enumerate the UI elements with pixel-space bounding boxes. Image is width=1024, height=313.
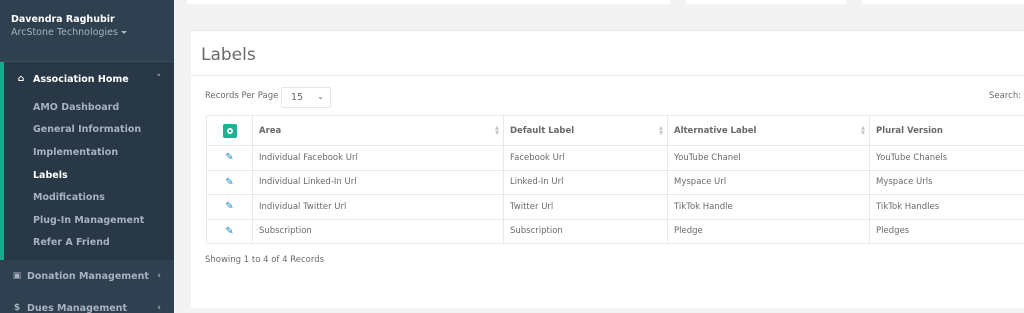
edit-icon[interactable]: ✎ [225,201,233,212]
column-header-default-label[interactable]: Default Label ▴ ▾ [503,115,668,146]
edit-cell: ✎ [206,145,253,171]
records-per-page-value: 15 [291,92,304,103]
cell-default-label: Twitter Url [503,194,668,220]
sort-icon: ▴ ▾ [658,123,663,137]
cell-default-label: Subscription [503,218,668,244]
column-header-alternative-label[interactable]: Alternative Label ▴ ▾ [667,115,870,146]
edit-icon[interactable]: ✎ [225,152,233,163]
user-name: Davendra Raghubir [11,14,115,25]
sidebar-item-general-information[interactable]: General Information [4,119,174,142]
cell-alternative-label: YouTube Chanel [667,145,870,171]
table-header-row: Area ▴ ▾ Default Label ▴ ▾ Alternative Label… [206,115,1024,146]
records-per-page-select[interactable]: 15 ⌄ [281,87,331,108]
top-widget-1 [187,0,670,4]
cell-area: Individual Facebook Url [252,145,504,171]
column-header-label: Plural Version [876,125,943,136]
cell-default-label: Facebook Url [503,145,668,171]
add-icon[interactable] [222,123,237,138]
sidebar: Davendra Raghubir ArcStone Technologies … [0,0,174,313]
nav-donation-management[interactable]: ▣ Donation Management ‹ [0,260,174,292]
nav-dues-label: Dues Management [27,302,127,313]
cell-plural-version: Myspace Urls [869,169,1024,195]
edit-cell: ✎ [206,194,253,220]
org-dropdown[interactable]: ArcStone Technologies [11,27,174,38]
sort-icon: ▴ ▾ [860,123,865,137]
table-row: ✎ Individual Twitter Url Twitter Url Tik… [206,194,1024,220]
labels-table: Area ▴ ▾ Default Label ▴ ▾ Alternative Label… [206,115,1024,244]
column-header-plural-version[interactable]: Plural Version [869,115,1024,146]
labels-panel: Labels Records Per Page 15 ⌄ Search: Are… [191,30,1024,308]
sidebar-item-labels[interactable]: Labels [4,164,174,187]
add-column-header [206,115,253,146]
nav-association-label: Association Home [33,73,129,85]
nav-association: ⌂ Association Home ˅ AMO Dashboard Gener… [0,62,174,261]
table-row: ✎ Individual Linked-In Url Linked-In Url… [206,169,1024,195]
sidebar-item-modifications[interactable]: Modifications [4,186,174,209]
column-header-label: Area [259,125,282,136]
home-icon: ⌂ [17,74,25,84]
cell-area: Subscription [252,218,504,244]
edit-icon[interactable]: ✎ [225,177,233,188]
column-header-area[interactable]: Area ▴ ▾ [252,115,504,146]
column-header-label: Default Label [510,125,575,136]
nav-dues-management[interactable]: $ Dues Management ‹ [0,292,174,313]
sidebar-item-implementation[interactable]: Implementation [4,141,174,164]
cell-area: Individual Twitter Url [252,194,504,220]
chevron-left-icon: ‹ [157,303,161,313]
search-label: Search: [989,91,1022,101]
table-row: ✎ Individual Facebook Url Facebook Url Y… [206,145,1024,171]
chevron-left-icon: ‹ [157,271,161,282]
sidebar-item-amo-dashboard[interactable]: AMO Dashboard [4,96,174,119]
cell-default-label: Linked-In Url [503,169,668,195]
profile: Davendra Raghubir ArcStone Technologies [0,0,174,62]
cell-alternative-label: Pledge [667,218,870,244]
records-summary: Showing 1 to 4 of 4 Records [205,255,325,265]
top-widget-2 [686,0,846,4]
caret-down-icon [120,31,127,34]
sort-icon: ▴ ▾ [494,123,499,137]
chevron-down-icon: ⌄ [317,92,324,101]
cell-plural-version: Pledges [869,218,1024,244]
association-submenu: AMO Dashboard General Information Implem… [4,96,174,260]
nav-donation-label: Donation Management [27,270,149,282]
nav-association-home[interactable]: ⌂ Association Home ˅ [4,62,174,96]
dollar-icon: $ [13,303,21,313]
table-row: ✎ Subscription Subscription Pledge Pledg… [206,218,1024,244]
edit-cell: ✎ [206,169,253,195]
top-widget-3 [862,0,1024,4]
edit-cell: ✎ [206,218,253,244]
cell-plural-version: YouTube Chanels [869,145,1024,171]
edit-icon[interactable]: ✎ [225,226,233,237]
cell-plural-version: TikTok Handles [869,194,1024,220]
page-title: Labels [201,45,256,65]
sidebar-item-refer-a-friend[interactable]: Refer A Friend [4,232,174,255]
cell-alternative-label: TikTok Handle [667,194,870,220]
chevron-down-icon: ˅ [156,74,162,84]
cell-area: Individual Linked-In Url [252,169,504,195]
divider [191,75,1024,76]
cell-alternative-label: Myspace Url [667,169,870,195]
gift-icon: ▣ [12,271,22,282]
sidebar-item-plug-in-management[interactable]: Plug-In Management [4,209,174,232]
column-header-label: Alternative Label [674,125,757,136]
records-per-page-label: Records Per Page [205,91,279,101]
org-name: ArcStone Technologies [11,27,118,38]
